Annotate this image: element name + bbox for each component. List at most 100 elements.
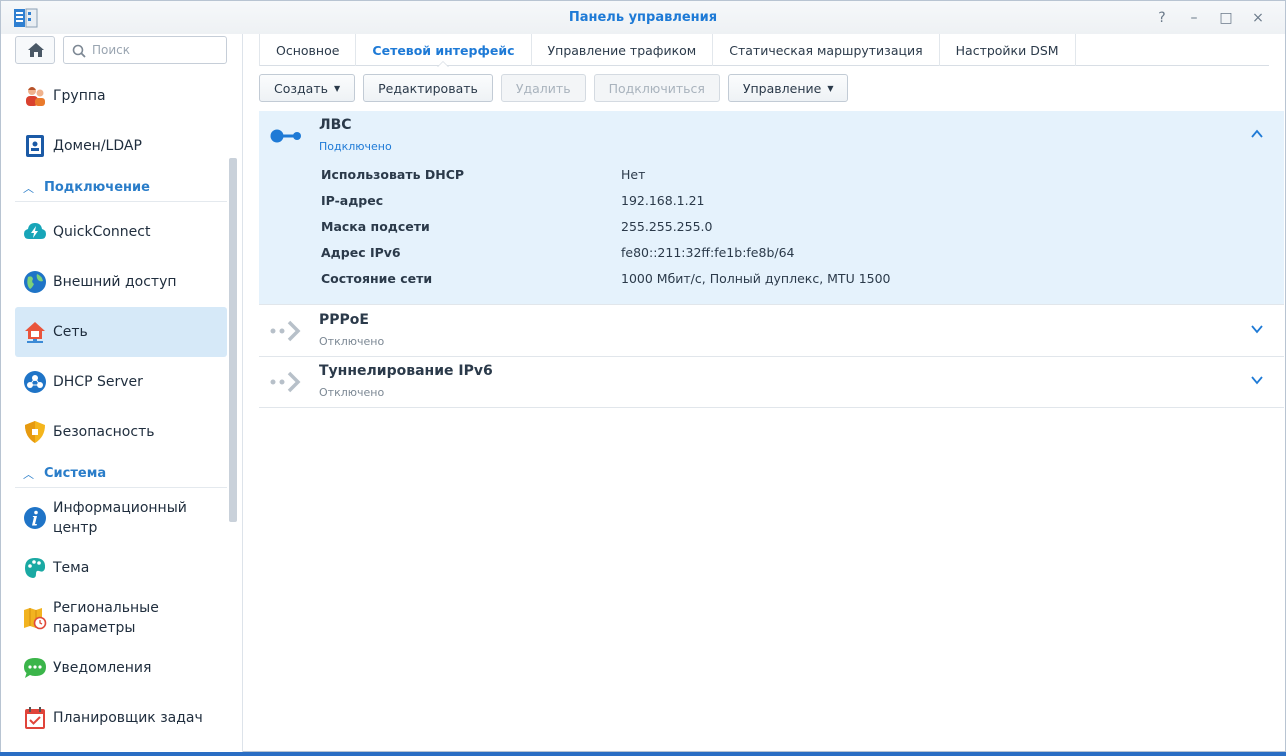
sidebar-item-label: DHCP Server <box>53 374 143 390</box>
sidebar-scrollbar[interactable] <box>229 158 237 522</box>
tab-label: Основное <box>276 42 340 58</box>
sidebar-item-label: Региональные параметры <box>53 600 159 636</box>
sidebar: Группа Домен/LDAP ︿ Подключение QuickCon… <box>1 34 243 753</box>
sidebar-item-network[interactable]: Сеть <box>15 307 227 357</box>
sidebar-item-label: Внешний доступ <box>53 274 177 290</box>
help-icon[interactable]: ? <box>1153 9 1171 27</box>
quickconnect-icon <box>24 223 46 239</box>
sidebar-item-external-access[interactable]: Внешний доступ <box>15 257 227 307</box>
active-tab-indicator <box>437 61 450 67</box>
edit-button[interactable]: Редактировать <box>363 74 493 102</box>
main-panel: Основное Сетевой интерфейс Управление тр… <box>244 34 1285 753</box>
dhcp-server-icon <box>24 371 46 393</box>
sidebar-item-label: Планировщик задач <box>53 710 203 726</box>
tab-label: Настройки DSM <box>955 42 1059 58</box>
button-label: Редактировать <box>378 80 478 96</box>
external-access-icon <box>24 271 46 293</box>
minimize-icon[interactable]: – <box>1185 9 1203 27</box>
detail-row: Адрес IPv6 fe80::211:32ff:fe1b:fe8b/64 <box>321 245 1221 271</box>
tab-label: Сетевой интерфейс <box>372 42 515 58</box>
sidebar-item-security[interactable]: Безопасность <box>15 407 227 457</box>
detail-value: 1000 Мбит/с, Полный дуплекс, MTU 1500 <box>621 271 891 286</box>
detail-key: IP-адрес <box>321 193 384 208</box>
sidebar-item-label: Группа <box>53 88 106 104</box>
sidebar-item-label: Домен/LDAP <box>53 138 142 154</box>
group-icon <box>26 87 45 106</box>
sidebar-item-task-scheduler[interactable]: Планировщик задач <box>15 693 227 743</box>
tab-static-route[interactable]: Статическая маршрутизация <box>713 34 940 66</box>
tab-network-interface[interactable]: Сетевой интерфейс <box>356 34 532 67</box>
title-bar[interactable]: Панель управления ? – □ × <box>1 1 1285 34</box>
sidebar-item-theme[interactable]: Тема <box>15 543 227 593</box>
chevron-down-icon[interactable] <box>1250 373 1264 387</box>
detail-key: Состояние сети <box>321 271 433 286</box>
detail-row: Состояние сети 1000 Мбит/с, Полный дупле… <box>321 271 1221 297</box>
theme-palette-icon <box>25 558 46 578</box>
interface-status: Отключено <box>319 335 385 348</box>
detail-value: fe80::211:32ff:fe1b:fe8b/64 <box>621 245 795 260</box>
desktop-background <box>0 752 1286 756</box>
search-input[interactable] <box>92 41 222 59</box>
shield-icon <box>25 421 45 443</box>
home-icon <box>28 43 44 57</box>
detail-key: Адрес IPv6 <box>321 245 401 260</box>
interface-details: Использовать DHCP Нет IP-адрес 192.168.1… <box>321 167 1221 297</box>
tab-general[interactable]: Основное <box>259 34 357 66</box>
interface-row-pppoe[interactable]: PPPoE Отключено <box>259 306 1284 357</box>
button-label: Управление <box>742 80 822 96</box>
maximize-icon[interactable]: □ <box>1217 9 1235 27</box>
sidebar-item-label: Информационный центр <box>53 500 187 536</box>
interface-row-ipv6-tunneling[interactable]: Туннелирование IPv6 Отключено <box>259 357 1284 408</box>
chat-bubble-icon <box>24 658 46 678</box>
section-label: Система <box>44 466 107 481</box>
sidebar-item-notification[interactable]: Уведомления <box>15 643 227 693</box>
caret-down-icon: ▼ <box>333 83 341 93</box>
interface-name: ЛВС <box>319 117 352 133</box>
chevron-up-icon[interactable] <box>1250 127 1264 141</box>
detail-key: Использовать DHCP <box>321 167 465 182</box>
connect-button[interactable]: Подключиться <box>593 74 720 102</box>
window-title: Панель управления <box>568 10 718 25</box>
chevron-up-icon: ︿ <box>23 467 34 481</box>
sidebar-item-quickconnect[interactable]: QuickConnect <box>15 207 227 257</box>
sidebar-item-regional-options[interactable]: Региональные параметры <box>15 593 227 643</box>
interface-row-lan[interactable]: ЛВС Подключено Использовать DHCP Нет IP-… <box>259 111 1284 305</box>
detail-value: Нет <box>621 167 646 182</box>
delete-button[interactable]: Удалить <box>500 74 586 102</box>
button-label: Создать <box>274 80 328 96</box>
manage-button[interactable]: Управление ▼ <box>727 74 849 102</box>
sidebar-item-domain-ldap[interactable]: Домен/LDAP <box>15 121 227 171</box>
sidebar-item-label: Безопасность <box>53 424 155 440</box>
chevron-down-icon[interactable] <box>1250 322 1264 336</box>
section-label: Подключение <box>44 180 150 195</box>
button-label: Удалить <box>515 80 571 96</box>
sidebar-item-label: QuickConnect <box>53 224 151 240</box>
sidebar-section-connectivity[interactable]: ︿ Подключение <box>15 174 227 202</box>
home-button[interactable] <box>15 36 55 64</box>
tab-label: Статическая маршрутизация <box>729 42 923 58</box>
regional-options-icon <box>24 608 47 630</box>
sidebar-section-system[interactable]: ︿ Система <box>15 460 227 488</box>
tab-label: Управление трафиком <box>547 42 697 58</box>
button-label: Подключиться <box>608 80 705 96</box>
close-icon[interactable]: × <box>1249 9 1267 27</box>
detail-row: IP-адрес 192.168.1.21 <box>321 193 1221 219</box>
detail-key: Маска подсети <box>321 219 430 234</box>
tab-dsm-settings[interactable]: Настройки DSM <box>940 34 1076 66</box>
create-button[interactable]: Создать ▼ <box>259 74 356 102</box>
sidebar-item-label: Уведомления <box>53 660 152 676</box>
sidebar-item-info-center[interactable]: Информационный центр <box>15 493 227 543</box>
sidebar-item-group[interactable]: Группа <box>15 71 227 121</box>
tab-bar: Основное Сетевой интерфейс Управление тр… <box>259 34 1269 67</box>
search-field[interactable] <box>63 36 227 64</box>
control-panel-window: Панель управления ? – □ × Поиск Группа Д… <box>0 0 1286 753</box>
sidebar-item-label: Сеть <box>53 324 88 340</box>
calendar-check-icon <box>25 707 45 729</box>
connected-link-icon <box>270 129 301 143</box>
interface-name: PPPoE <box>319 312 369 328</box>
disconnected-arrow-icon <box>270 371 301 393</box>
caret-down-icon: ▼ <box>827 83 834 93</box>
tab-traffic-control[interactable]: Управление трафиком <box>532 34 714 66</box>
toolbar: Создать ▼ Редактировать Удалить Подключит… <box>259 74 849 102</box>
sidebar-item-dhcp-server[interactable]: DHCP Server <box>15 357 227 407</box>
